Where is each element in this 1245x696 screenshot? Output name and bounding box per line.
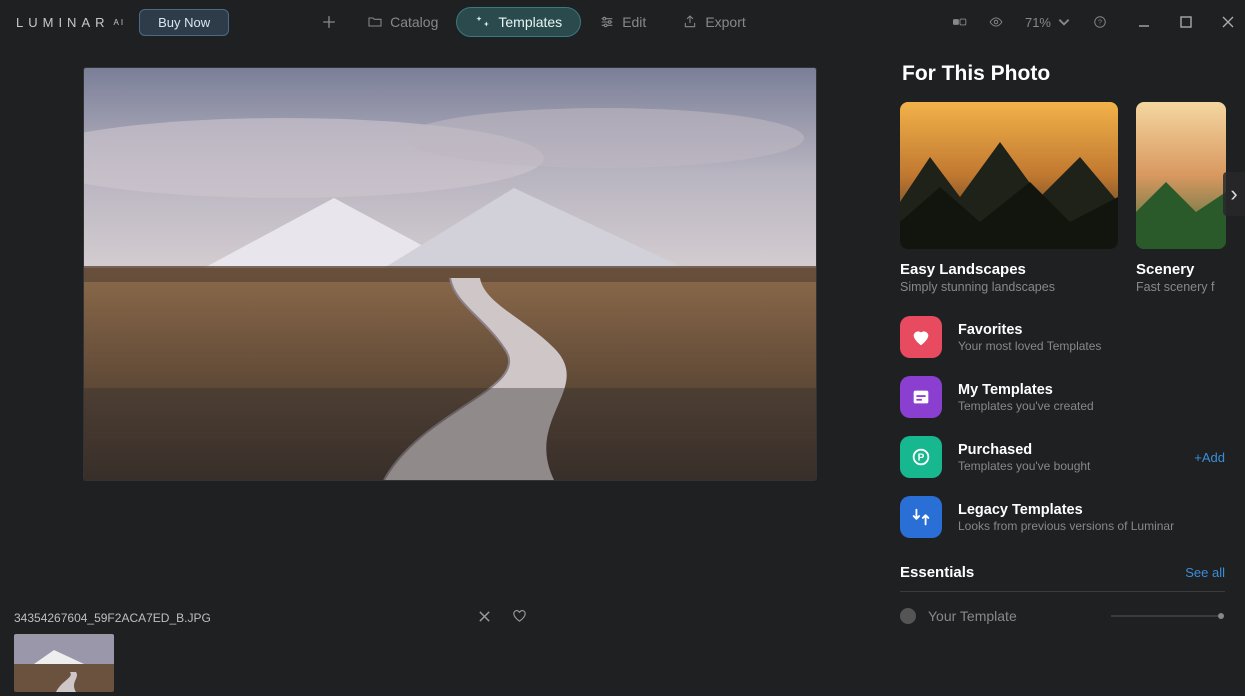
category-sub: Templates you've bought: [958, 459, 1178, 473]
swap-icon: [910, 506, 932, 528]
thumbnail-image: [14, 634, 114, 692]
nav-templates-label: Templates: [498, 14, 562, 30]
templates-panel: For This Photo Easy Landscapes Simply st…: [900, 44, 1245, 696]
card-sub: Fast scenery f: [1136, 280, 1226, 294]
window-maximize[interactable]: [1179, 15, 1193, 29]
export-icon: [682, 14, 698, 30]
sparkle-icon: [475, 14, 491, 30]
card-sub: Simply stunning landscapes: [900, 280, 1118, 294]
sliders-icon: [599, 14, 615, 30]
category-title: My Templates: [958, 382, 1225, 398]
category-my-templates[interactable]: My Templates Templates you've created: [900, 376, 1225, 418]
nav-catalog[interactable]: Catalog: [349, 8, 456, 36]
template-categories: Favorites Your most loved Templates My T…: [900, 316, 1245, 538]
nav-export-label: Export: [705, 14, 745, 30]
filmstrip: 34354267604_59F2ACA7ED_B.JPG: [0, 610, 900, 696]
reject-button[interactable]: [478, 610, 491, 626]
x-icon: [478, 610, 491, 623]
heart-icon: [910, 326, 932, 348]
add-purchased-link[interactable]: +Add: [1194, 450, 1225, 465]
your-template-row: Your Template: [900, 608, 1245, 624]
main-nav: Catalog Templates Edit Export: [309, 7, 764, 37]
help-button[interactable]: ?: [1093, 15, 1107, 29]
eye-icon: [989, 15, 1003, 29]
card-image: [900, 102, 1118, 249]
essentials-header: Essentials See all: [900, 564, 1245, 581]
logo-sup: AI: [114, 18, 126, 27]
chevron-right-icon: ›: [1230, 181, 1237, 207]
app-logo: LUMINAR AI: [16, 15, 125, 30]
template-dot-icon: [900, 608, 916, 624]
window-close[interactable]: [1221, 15, 1235, 29]
category-favorites[interactable]: Favorites Your most loved Templates: [900, 316, 1225, 358]
topbar-right: 71% ?: [953, 15, 1235, 30]
nav-edit-label: Edit: [622, 14, 646, 30]
window-controls: [1137, 15, 1235, 29]
close-icon: [1221, 15, 1235, 29]
suggested-templates-row: Easy Landscapes Simply stunning landscap…: [900, 102, 1245, 294]
zoom-value: 71%: [1025, 15, 1051, 30]
category-legacy[interactable]: Legacy Templates Looks from previous ver…: [900, 496, 1225, 538]
preview-toggle[interactable]: [989, 15, 1003, 29]
category-sub: Looks from previous versions of Luminar: [958, 519, 1225, 533]
template-card-easy-landscapes[interactable]: Easy Landscapes Simply stunning landscap…: [900, 102, 1118, 294]
nav-edit[interactable]: Edit: [581, 8, 664, 36]
category-title: Purchased: [958, 442, 1178, 458]
add-button[interactable]: [309, 8, 349, 36]
folder-icon: [367, 14, 383, 30]
svg-text:?: ?: [1098, 19, 1102, 26]
template-card-scenery[interactable]: Scenery Fast scenery f: [1136, 102, 1226, 294]
card-image: [1136, 102, 1226, 249]
buy-now-button[interactable]: Buy Now: [139, 9, 229, 36]
compare-toggle[interactable]: [953, 15, 967, 29]
scroll-right-button[interactable]: ›: [1223, 172, 1245, 216]
plus-icon: [321, 14, 337, 30]
window-minimize[interactable]: [1137, 15, 1151, 29]
favorite-button[interactable]: [513, 610, 526, 626]
nav-templates[interactable]: Templates: [456, 7, 581, 37]
card-icon: [910, 386, 932, 408]
zoom-dropdown[interactable]: 71%: [1025, 15, 1071, 30]
purchase-icon: P: [910, 446, 932, 468]
photo-image: [84, 68, 816, 480]
top-bar: LUMINAR AI Buy Now Catalog Templates Edi…: [0, 0, 1245, 44]
category-sub: Your most loved Templates: [958, 339, 1225, 353]
main-area: 34354267604_59F2ACA7ED_B.JPG For This Ph…: [0, 44, 1245, 696]
card-title: Easy Landscapes: [900, 261, 1118, 278]
heart-icon: [513, 610, 526, 623]
help-icon: ?: [1093, 15, 1107, 29]
category-sub: Templates you've created: [958, 399, 1225, 413]
minimize-icon: [1137, 15, 1151, 29]
photo-canvas[interactable]: [84, 68, 816, 480]
essentials-see-all[interactable]: See all: [1185, 565, 1225, 580]
category-title: Favorites: [958, 322, 1225, 338]
your-template-label: Your Template: [928, 608, 1017, 624]
file-info-row: 34354267604_59F2ACA7ED_B.JPG: [14, 610, 886, 626]
template-strength-slider[interactable]: [1111, 615, 1221, 617]
card-title: Scenery: [1136, 261, 1226, 278]
svg-text:P: P: [918, 453, 925, 464]
file-name: 34354267604_59F2ACA7ED_B.JPG: [14, 611, 211, 625]
category-purchased[interactable]: P Purchased Templates you've bought +Add: [900, 436, 1225, 478]
nav-export[interactable]: Export: [664, 8, 763, 36]
essentials-title: Essentials: [900, 564, 974, 581]
canvas-panel: 34354267604_59F2ACA7ED_B.JPG: [0, 44, 900, 696]
divider: [900, 591, 1225, 592]
nav-catalog-label: Catalog: [390, 14, 438, 30]
for-this-photo-title: For This Photo: [902, 62, 1245, 86]
logo-text: LUMINAR: [16, 15, 110, 30]
maximize-icon: [1179, 15, 1193, 29]
chevron-down-icon: [1057, 15, 1071, 29]
thumbnail[interactable]: [14, 634, 114, 692]
category-title: Legacy Templates: [958, 502, 1225, 518]
